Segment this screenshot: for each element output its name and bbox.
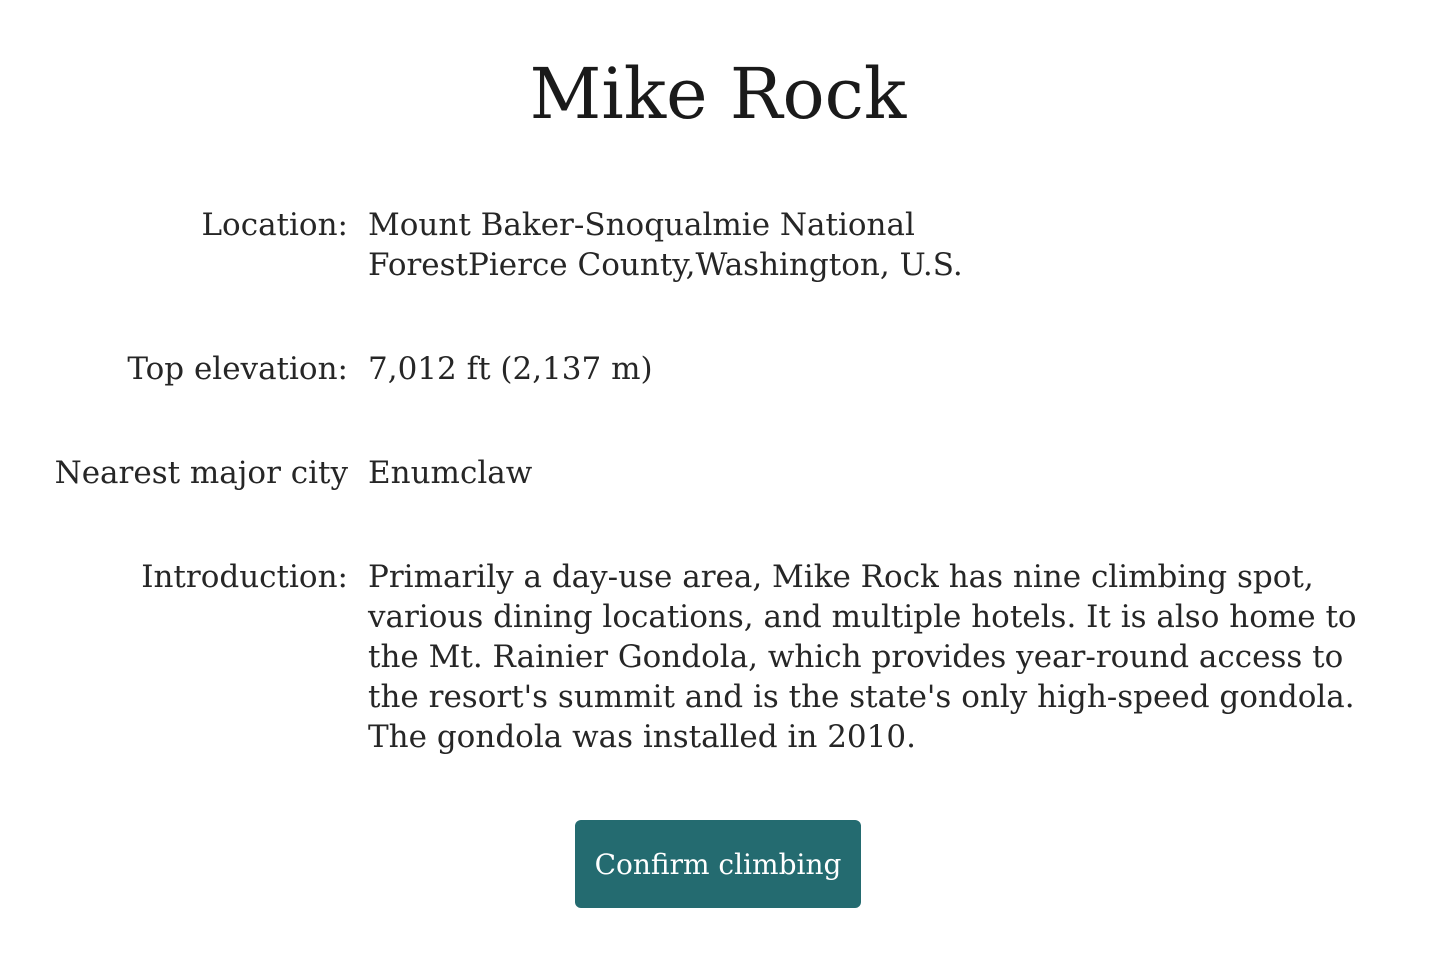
elevation-value: 7,012 ft (2,137 m) [368,351,653,387]
location-label: Location: [201,207,348,243]
nearest-city-label: Nearest major city [54,455,348,491]
introduction-label: Introduction: [141,559,348,595]
nearest-city-value: Enumclaw [368,455,533,491]
introduction-value: Primarily a day-use area, Mike Rock has … [368,559,1357,755]
location-value: Mount Baker-Snoqualmie National ForestPi… [368,207,963,283]
page-title: Mike Rock [529,53,907,135]
confirm-climbing-button[interactable]: Confirm climbing [575,820,861,908]
elevation-label: Top elevation: [127,351,348,387]
